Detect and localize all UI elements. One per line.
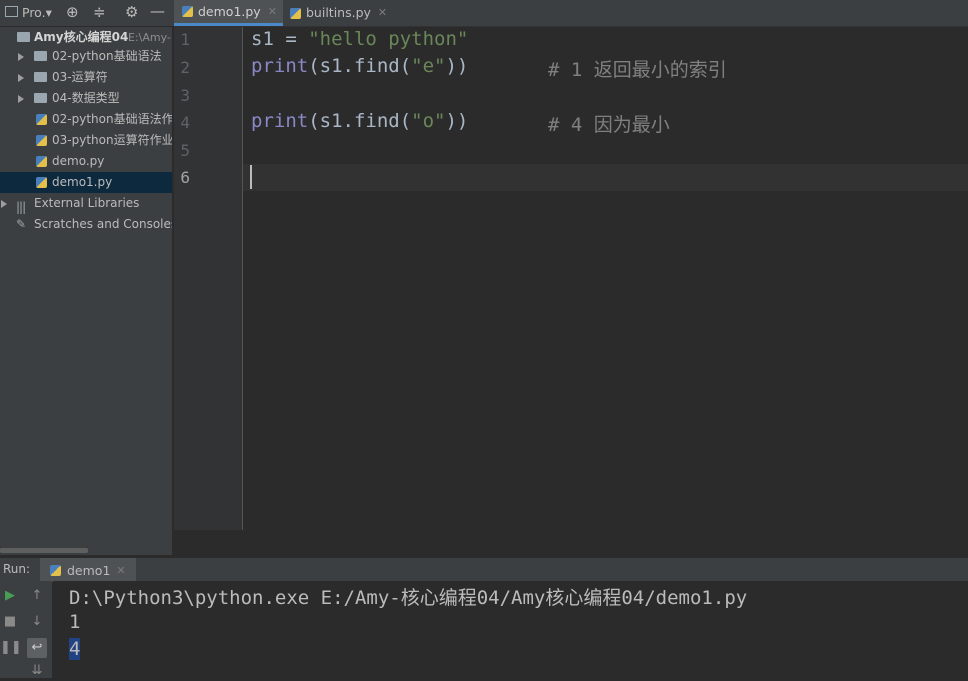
arrow-up-icon[interactable]: ↑ <box>27 586 47 606</box>
python-file-icon <box>36 156 47 167</box>
code-keyword: print <box>251 110 309 132</box>
editor-tabs: demo1.py ✕ builtins.py ✕ <box>174 0 968 27</box>
run-console[interactable]: D:\Python3\python.exe E:/Amy-核心编程04/Amy核… <box>53 581 968 678</box>
library-icon: ||| <box>16 200 26 214</box>
tree-root-path: E:\Amy- <box>128 31 171 44</box>
code-comment: # 4 因为最小 <box>548 114 670 136</box>
tree-item-file-selected[interactable]: demo1.py <box>0 172 172 193</box>
tree-item-label: 03-运算符 <box>52 70 108 84</box>
tree-item-file[interactable]: 02-python基础语法作 <box>0 109 172 130</box>
project-panel-scrollbar[interactable] <box>0 548 88 553</box>
run-panel-header: Run: demo1 ✕ <box>0 557 968 582</box>
code-text: )) <box>445 55 469 77</box>
tree-item-folder[interactable]: 03-运算符 <box>0 67 172 88</box>
line-number: 3 <box>180 86 190 105</box>
expand-arrow-icon[interactable] <box>18 74 24 82</box>
tree-root-name: Amy核心编程04 <box>34 30 129 44</box>
expand-arrow-icon[interactable] <box>18 53 24 61</box>
tree-item-label: demo.py <box>52 154 105 168</box>
code-string: "hello python" <box>308 28 469 50</box>
close-icon[interactable]: ✕ <box>378 0 387 26</box>
scroll-to-end-icon[interactable]: ⇊ <box>27 661 47 681</box>
editor-bottom-area <box>174 530 968 555</box>
rerun-icon[interactable]: ▶ <box>0 586 20 606</box>
python-file-icon <box>290 7 301 19</box>
globe-icon[interactable]: ⊕ <box>66 3 79 21</box>
tab-builtins[interactable]: builtins.py ✕ <box>282 0 393 26</box>
soft-wrap-icon[interactable]: ↩ <box>27 638 47 658</box>
tree-item-external-libraries[interactable]: ||| External Libraries <box>0 193 172 214</box>
line-number: 4 <box>180 113 190 132</box>
folder-icon <box>34 93 47 103</box>
code-comment: # 1 返回最小的索引 <box>548 59 727 81</box>
tree-item-label: 02-python基础语法作 <box>52 112 172 126</box>
line-number-gutter: 1 2 3 4 5 6 <box>174 27 243 530</box>
code-keyword: print <box>251 55 309 77</box>
tree-item-folder[interactable]: 02-python基础语法 <box>0 46 172 67</box>
code-string: "o" <box>411 110 446 132</box>
tree-item-label: 02-python基础语法 <box>52 49 162 63</box>
code-text: (s1.find( <box>308 110 412 132</box>
tree-root[interactable]: Amy核心编程04 E:\Amy- <box>0 27 172 48</box>
code-line-1: s1 = "hello python" <box>251 28 468 50</box>
python-file-icon <box>36 114 47 125</box>
expand-arrow-icon[interactable] <box>18 95 24 103</box>
project-view-icon <box>5 6 18 17</box>
code-line-2: print(s1.find("e")) <box>251 55 468 77</box>
close-icon[interactable]: ✕ <box>116 564 125 577</box>
minimize-icon[interactable]: — <box>150 2 165 20</box>
code-text: s1 = <box>251 28 309 50</box>
python-file-icon <box>36 135 47 146</box>
scratches-icon: ✎ <box>16 217 27 231</box>
project-view-selector[interactable]: Pro.▾ <box>22 5 52 20</box>
python-file-icon <box>36 177 47 188</box>
tree-item-label: demo1.py <box>52 175 113 189</box>
tab-label: builtins.py <box>306 5 371 20</box>
tab-demo1[interactable]: demo1.py ✕ <box>174 0 283 26</box>
tree-item-folder[interactable]: 04-数据类型 <box>0 88 172 109</box>
line-number: 1 <box>180 30 190 49</box>
python-file-icon <box>50 564 61 576</box>
code-string: "e" <box>411 55 446 77</box>
code-line-4: print(s1.find("o")) <box>251 110 468 132</box>
line-number: 5 <box>180 141 190 160</box>
run-label: Run: <box>3 562 31 576</box>
run-tab-demo1[interactable]: demo1 ✕ <box>40 558 136 582</box>
tree-item-file[interactable]: demo.py <box>0 151 172 172</box>
tree-item-label: 04-数据类型 <box>52 91 120 105</box>
close-icon[interactable]: ✕ <box>268 0 277 25</box>
console-line-selected: 4 <box>69 638 81 660</box>
tree-item-file[interactable]: 03-python运算符作业 <box>0 130 172 151</box>
tab-label: demo1.py <box>198 3 261 19</box>
code-text: (s1.find( <box>308 55 412 77</box>
code-text: )) <box>445 110 469 132</box>
run-toolbar: ▶ ↑ ■ ↓ ❚❚ ↩ ⇊ <box>0 581 52 678</box>
run-tab-label: demo1 <box>67 562 111 578</box>
line-number: 2 <box>180 58 190 77</box>
code-lines[interactable]: s1 = "hello python" print(s1.find("e")) … <box>243 27 968 530</box>
stop-icon[interactable]: ■ <box>0 612 20 632</box>
tree-item-scratches[interactable]: ✎ Scratches and Consoles <box>0 214 172 235</box>
tree-item-label: External Libraries <box>34 196 140 210</box>
arrow-down-icon[interactable]: ↓ <box>27 612 47 632</box>
collapse-icon[interactable]: ≑ <box>93 3 106 21</box>
folder-icon <box>17 32 30 42</box>
pause-icon[interactable]: ❚❚ <box>0 638 22 658</box>
python-file-icon <box>182 6 193 17</box>
project-panel: Amy核心编程04 E:\Amy- 02-python基础语法 03-运算符 0… <box>0 27 172 555</box>
console-line: D:\Python3\python.exe E:/Amy-核心编程04/Amy核… <box>69 587 748 609</box>
tree-item-label: 03-python运算符作业 <box>52 133 172 147</box>
text-caret <box>250 165 252 189</box>
folder-icon <box>34 72 47 82</box>
tree-item-label: Scratches and Consoles <box>34 217 172 231</box>
expand-arrow-icon[interactable] <box>1 200 7 208</box>
gear-icon[interactable]: ⚙ <box>125 3 138 21</box>
line-number-current: 6 <box>180 168 190 187</box>
project-toolbar: Pro.▾ ⊕ ≑ ⚙ — <box>0 0 174 27</box>
folder-icon <box>34 51 47 61</box>
console-line: 1 <box>69 611 81 633</box>
